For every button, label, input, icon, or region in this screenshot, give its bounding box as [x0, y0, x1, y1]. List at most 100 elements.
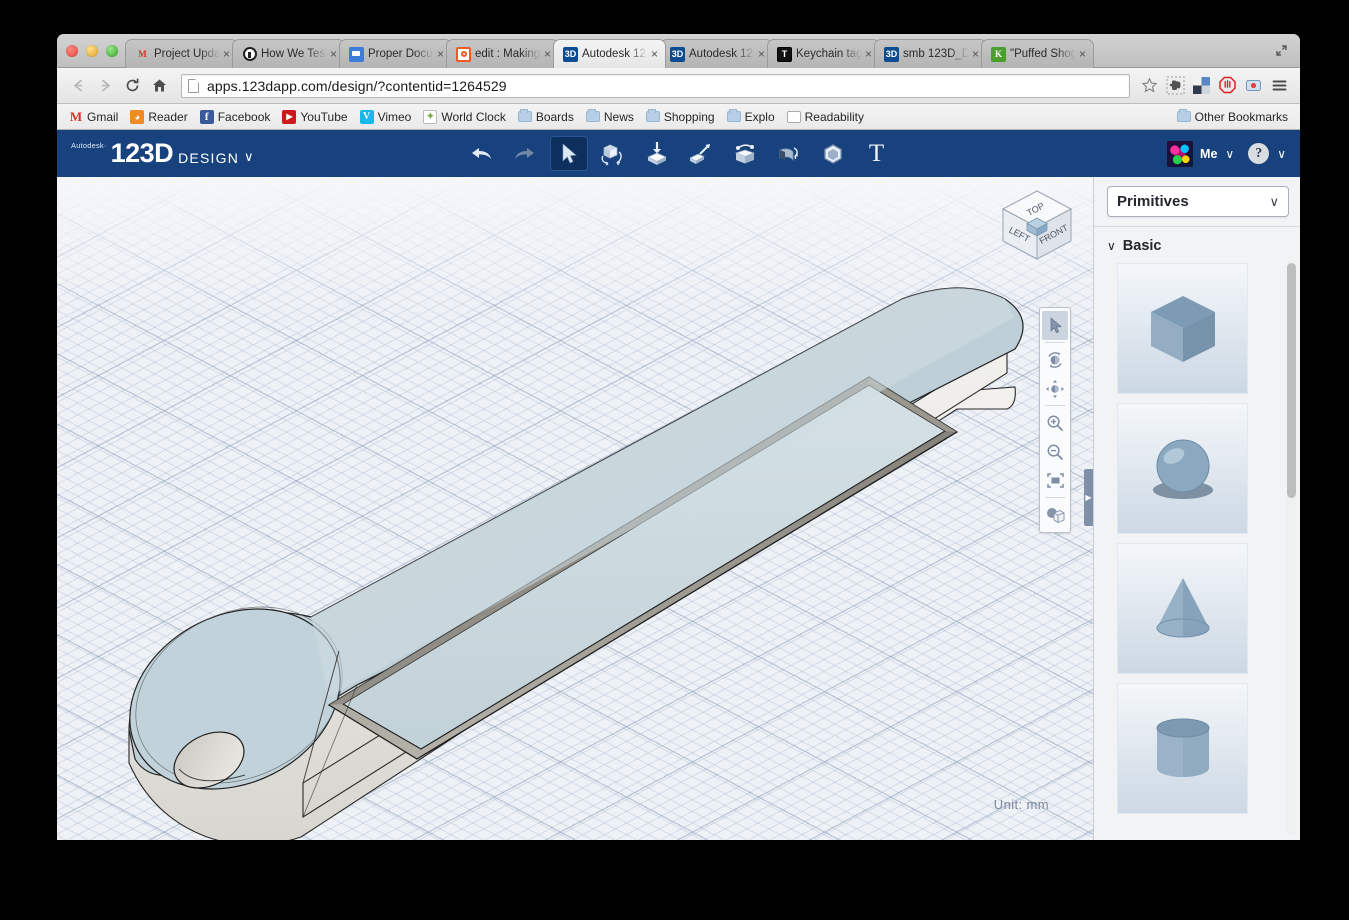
browser-tab[interactable]: edit : Making × [446, 39, 559, 68]
text-icon[interactable]: T [858, 136, 896, 171]
bookmark-item[interactable]: V Vimeo [354, 108, 418, 126]
adblock-icon[interactable] [1214, 73, 1240, 99]
doc-icon [787, 111, 801, 123]
reload-icon[interactable] [119, 72, 146, 99]
tab-title: Keychain tag [796, 48, 862, 60]
tab-title: "Puffed Shog [1010, 48, 1076, 60]
shape-list [1094, 263, 1300, 814]
bookmark-item[interactable]: Boards [512, 108, 580, 126]
pan-tool-icon[interactable] [1040, 374, 1070, 403]
maximize-window-button[interactable] [106, 45, 118, 57]
back-arrow-icon[interactable] [65, 72, 92, 99]
browser-tab[interactable]: T Keychain tag × [767, 39, 880, 68]
chevron-down-icon: ∨ [1269, 194, 1279, 210]
group-header-basic[interactable]: ∨ Basic [1094, 227, 1300, 263]
browser-tab[interactable]: 3D smb 123D_D × [874, 39, 987, 68]
youtube-icon: ▶ [282, 110, 296, 124]
lastpass-icon[interactable] [1240, 73, 1266, 99]
clock-icon: ✦ [423, 110, 437, 124]
undo-icon[interactable] [462, 136, 500, 171]
brand-logo[interactable]: Autodesk· 123D DESIGN ∨ [70, 140, 254, 167]
expand-icon[interactable] [1272, 43, 1290, 61]
chevron-down-icon[interactable]: ∨ [1225, 147, 1234, 161]
shape-item-box[interactable] [1117, 263, 1248, 394]
keychain-tag-model[interactable] [57, 177, 1093, 840]
page-icon [188, 79, 199, 93]
combine-icon[interactable] [814, 136, 852, 171]
bookmark-item[interactable]: M Gmail [63, 108, 124, 126]
url-text: apps.123dapp.com/design/?contentid=12645… [207, 78, 507, 94]
brand-product: DESIGN [178, 150, 239, 167]
redo-icon[interactable] [506, 136, 544, 171]
browser-tab[interactable]: Proper Docu × [339, 39, 452, 68]
tab-list: M Project Upda × How We Test × Proper Do… [125, 39, 1252, 68]
evernote-icon[interactable] [1162, 73, 1188, 99]
panel-scrollbar-thumb[interactable] [1287, 263, 1296, 498]
bookmark-label: YouTube [300, 110, 347, 124]
colorzilla-icon[interactable] [1188, 73, 1214, 99]
browser-tab[interactable]: K "Puffed Shog × [981, 39, 1094, 68]
shape-item-sphere[interactable] [1117, 403, 1248, 534]
display-tool-icon[interactable] [1040, 500, 1070, 529]
account-label[interactable]: Me [1200, 147, 1217, 161]
tab-title: How We Test [261, 48, 327, 60]
brand-superscript: Autodesk· [71, 141, 107, 150]
menu-icon[interactable] [1266, 73, 1292, 99]
browser-tab-active[interactable]: 3D Autodesk 12 × [553, 39, 666, 68]
bookmark-star-icon[interactable] [1136, 73, 1162, 99]
zoom-in-tool-icon[interactable] [1040, 408, 1070, 437]
folder-icon [1177, 111, 1191, 122]
modify-icon[interactable] [770, 136, 808, 171]
3d-viewport[interactable]: TOP LEFT FRONT [57, 177, 1093, 840]
help-button[interactable]: ? [1248, 143, 1269, 164]
fit-tool-icon[interactable] [1040, 466, 1070, 495]
bookmark-item[interactable]: ◕ Reader [124, 108, 193, 126]
kickstarter-icon: K [991, 47, 1006, 62]
tab-title: smb 123D_D [903, 48, 969, 60]
bookmark-item[interactable]: Shopping [640, 108, 721, 126]
avatar[interactable] [1167, 141, 1193, 167]
view-cube[interactable]: TOP LEFT FRONT [993, 185, 1081, 269]
browser-tab[interactable]: M Project Upda × [125, 39, 238, 68]
browser-tab[interactable]: How We Test × [232, 39, 345, 68]
panel-category-row: Primitives ∨ [1094, 177, 1300, 227]
zoom-out-tool-icon[interactable] [1040, 437, 1070, 466]
123d-icon: 3D [884, 47, 899, 62]
bookmark-label: Explo [745, 110, 775, 124]
tab-strip: M Project Upda × How We Test × Proper Do… [57, 34, 1300, 68]
collapse-panel-icon[interactable]: ▶ [1084, 469, 1093, 526]
shape-item-cone[interactable] [1117, 543, 1248, 674]
bookmark-item[interactable]: ▶ YouTube [276, 108, 353, 126]
folder-icon [727, 111, 741, 122]
sketch-icon[interactable] [682, 136, 720, 171]
bookmark-item[interactable]: f Facebook [194, 108, 277, 126]
tab-close-icon[interactable]: × [1076, 48, 1089, 61]
tab-title: Autodesk 12 [582, 48, 648, 60]
transform-icon[interactable] [594, 136, 632, 171]
bookmark-label: Boards [536, 110, 574, 124]
address-bar[interactable]: apps.123dapp.com/design/?contentid=12645… [181, 74, 1130, 98]
minimize-window-button[interactable] [86, 45, 98, 57]
construct-icon[interactable] [726, 136, 764, 171]
browser-tab[interactable]: 3D Autodesk 12 × [660, 39, 773, 68]
other-bookmarks-item[interactable]: Other Bookmarks [1171, 108, 1294, 126]
primitives-icon[interactable] [638, 136, 676, 171]
sphere-shape-icon [1140, 426, 1226, 512]
cone-shape-icon [1140, 566, 1226, 652]
bookmark-item[interactable]: ✦ World Clock [417, 108, 511, 126]
tab-close-icon[interactable]: × [648, 48, 661, 61]
home-icon[interactable] [146, 72, 173, 99]
bookmark-item[interactable]: Readability [781, 108, 870, 126]
select-icon[interactable] [550, 136, 588, 171]
close-window-button[interactable] [66, 45, 78, 57]
chevron-down-icon[interactable]: ∨ [1277, 147, 1286, 161]
other-bookmarks-label: Other Bookmarks [1195, 110, 1288, 124]
bookmark-item[interactable]: Explo [721, 108, 781, 126]
chevron-down-icon[interactable]: ∨ [244, 149, 254, 167]
select-tool-icon[interactable] [1042, 311, 1068, 340]
bookmark-item[interactable]: News [580, 108, 640, 126]
shape-item-cylinder[interactable] [1117, 683, 1248, 814]
category-dropdown[interactable]: Primitives ∨ [1107, 186, 1289, 217]
orbit-tool-icon[interactable] [1040, 345, 1070, 374]
forward-arrow-icon[interactable] [92, 72, 119, 99]
